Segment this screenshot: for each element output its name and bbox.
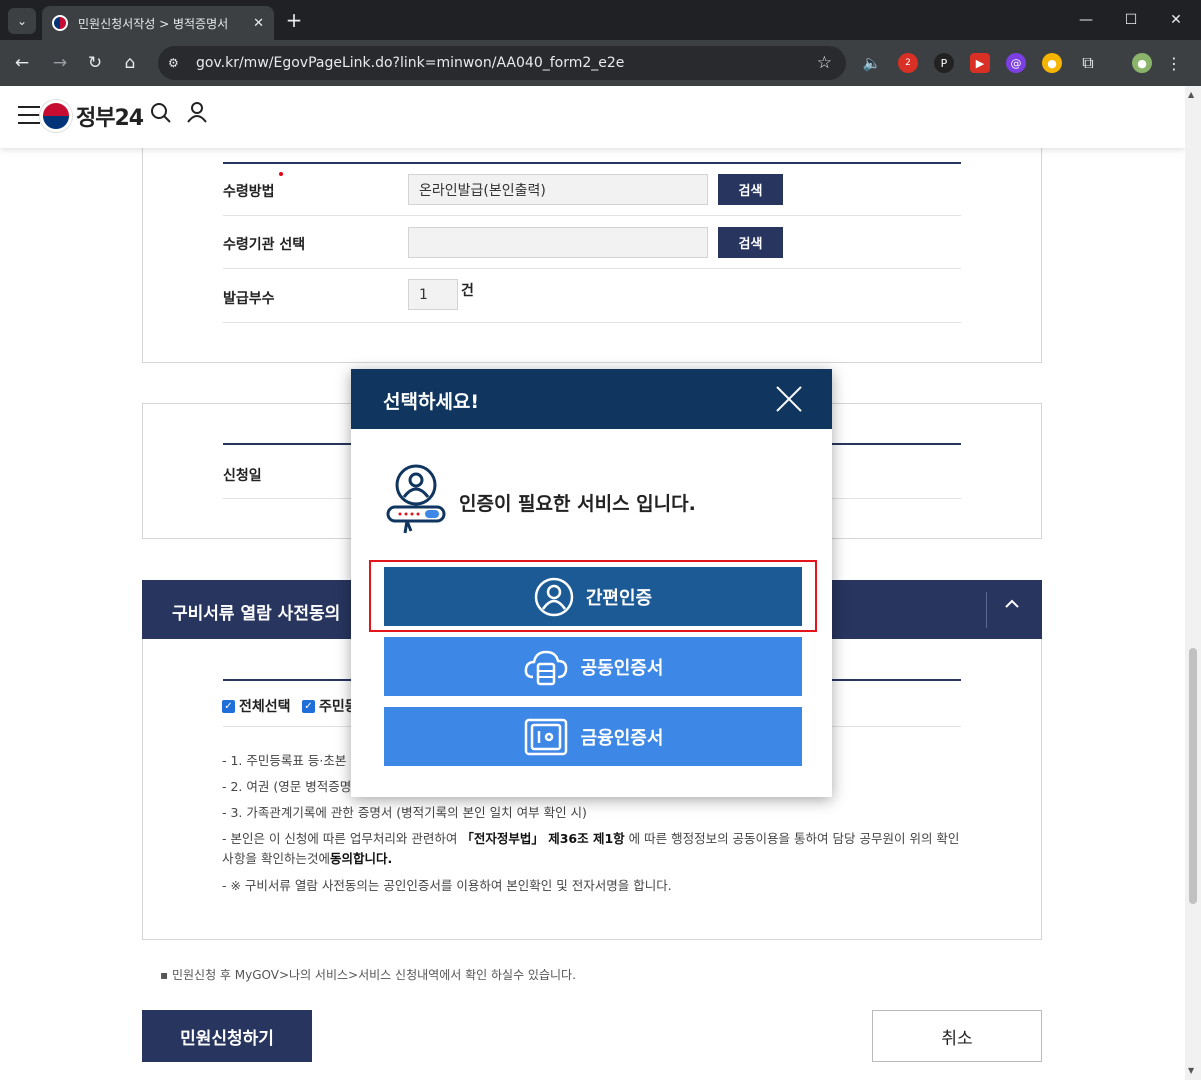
tab-search-chevron-icon[interactable]: ⌄ [8,8,36,34]
extension-p-icon[interactable]: P [934,53,954,73]
site-info-icon[interactable]: ⚙ [168,56,190,70]
profile-avatar-icon[interactable]: ● [1132,53,1152,73]
consent-note-2: - 2. 여권 (영문 병적증명서 [222,779,363,794]
select-all-checkbox[interactable]: ✓ [222,700,235,713]
tab-close-icon[interactable]: ✕ [253,16,264,31]
extension-purple-icon[interactable]: @ [1006,53,1026,73]
consent-divider [986,592,987,628]
receive-office-input[interactable] [408,227,708,258]
reload-icon[interactable]: ↻ [83,51,107,75]
extension-play-icon[interactable]: ▶ [970,53,990,73]
extension-color-icon[interactable]: ● [1042,53,1062,73]
select-all-label: 전체선택 [239,699,291,715]
receive-office-label: 수령기관 선택 [223,237,306,253]
joint-cert-label: 공동인증서 [580,657,664,679]
consent-title: 구비서류 열람 사전동의 [172,604,341,624]
back-arrow-icon[interactable]: ← [10,51,34,75]
consent-note-5a: 항을 확인하는것에 [234,851,330,866]
page-viewport: 정부24 수령방법 온라인발급(본인출력) 검색 수령기관 선택 검색 발급부수… [0,86,1185,1080]
consent-note-4a: - 본인은 이 신청에 따른 업무처리와 관련하여 [222,831,458,846]
receive-method-search-button[interactable]: 검색 [718,174,783,205]
apply-button[interactable]: 민원신청하기 [142,1010,312,1062]
window-close-icon[interactable]: ✕ [1162,8,1190,32]
receive-method-input[interactable]: 온라인발급(본인출력) [408,174,708,205]
header-search-icon[interactable] [150,102,172,130]
footnote: ▪ 민원신청 후 MyGOV>나의 서비스>서비스 신청내역에서 확인 하실수 … [160,968,576,982]
financial-cert-label: 금융인증서 [580,727,664,749]
extension-badge: 2 [905,58,911,68]
simple-auth-label: 간편인증 [585,587,653,609]
consent-note-5: 항을 확인하는것에동의합니다. [234,849,392,869]
bookmark-star-icon[interactable]: ☆ [817,53,832,73]
forward-arrow-icon[interactable]: → [48,51,72,75]
taegeuk-logo-icon [40,100,72,132]
receive-method-row: 수령방법 온라인발급(본인출력) 검색 [223,164,961,216]
gov24-favicon-icon [52,15,68,31]
receive-method-label: 수령방법 [223,184,275,200]
browser-tab-active[interactable]: 민원신청서작성 > 병적증명서 ✕ [42,6,274,40]
copies-row: 발급부수 1 건 [223,269,961,323]
header-user-icon[interactable] [186,101,208,129]
auth-select-modal: 선택하세요! 인증이 필요한 서비스 입니다. 간편인증 공동인증서 금융인증서 [351,369,832,797]
extensions-puzzle-icon[interactable]: ⧉ [1078,53,1098,73]
extension-red-icon[interactable]: 2 [898,53,918,73]
chevron-up-icon[interactable] [1004,596,1020,617]
home-icon[interactable]: ⌂ [118,51,142,75]
modal-message: 인증이 필요한 서비스 입니다. [459,493,696,515]
browser-tabbar: ⌄ 민원신청서작성 > 병적증명서 ✕ + — ☐ ✕ [0,0,1201,40]
page-scrollbar[interactable]: ▲ ▼ [1185,86,1201,1080]
logo-text: 정부24 [76,106,144,131]
consent-agree-bold: 동의합니다. [329,851,393,866]
modal-close-icon[interactable] [775,385,803,413]
receive-office-row: 수령기관 선택 검색 [223,216,961,269]
url-text[interactable]: gov.kr/mw/EgovPageLink.do?link=minwon/AA… [196,55,817,71]
auth-person-card-icon [386,464,446,534]
gov24-logo[interactable]: 정부24 [40,100,144,132]
new-tab-plus-icon[interactable]: + [282,8,306,32]
cloud-server-icon [524,650,567,685]
financial-cert-button[interactable]: 금융인증서 [384,707,802,766]
scrollbar-thumb[interactable] [1189,648,1197,904]
required-dot [279,172,283,176]
hamburger-menu-icon[interactable] [18,106,40,124]
modal-title: 선택하세요! [383,391,480,413]
window-minimize-icon[interactable]: — [1072,8,1100,32]
receive-office-search-button[interactable]: 검색 [718,227,783,258]
scroll-down-arrow-icon[interactable]: ▼ [1188,1066,1194,1075]
simple-auth-button[interactable]: 간편인증 [384,567,802,626]
joint-cert-button[interactable]: 공동인증서 [384,637,802,696]
resident-checkbox[interactable]: ✓ [302,700,315,713]
footnote-text: 민원신청 후 MyGOV>나의 서비스>서비스 신청내역에서 확인 하실수 있습… [171,968,576,982]
browser-menu-kebab-icon[interactable]: ⋮ [1164,53,1184,73]
address-bar[interactable]: ⚙ gov.kr/mw/EgovPageLink.do?link=minwon/… [158,46,846,80]
copies-unit: 건 [461,283,474,299]
scroll-up-arrow-icon[interactable]: ▲ [1188,90,1194,99]
consent-note-1: - 1. 주민등록표 등·초본 [222,753,347,768]
speaker-icon[interactable]: 🔈 [862,53,882,73]
apply-date-label: 신청일 [223,468,262,484]
browser-toolbar: ← → ↻ ⌂ ⚙ gov.kr/mw/EgovPageLink.do?link… [0,40,1201,86]
window-maximize-icon[interactable]: ☐ [1117,8,1145,32]
consent-note-3: - 3. 가족관계기록에 관한 증명서 (병적기록의 본인 일치 여부 확인 시… [222,805,587,820]
cancel-button[interactable]: 취소 [872,1010,1042,1062]
consent-note-6: - ※ 구비서류 열람 사전동의는 공인인증서를 이용하여 본인확인 및 전자서… [222,878,672,893]
person-circle-icon [534,577,574,616]
modal-header: 선택하세요! [351,369,832,429]
safe-box-icon [524,718,567,755]
site-header: 정부24 [0,86,1185,148]
consent-law-bold: 「전자정부법」 제36조 제1항 [461,831,625,846]
tab-title: 민원신청서작성 > 병적증명서 [78,16,229,31]
copies-label: 발급부수 [223,291,275,307]
copies-input[interactable]: 1 [408,279,458,310]
